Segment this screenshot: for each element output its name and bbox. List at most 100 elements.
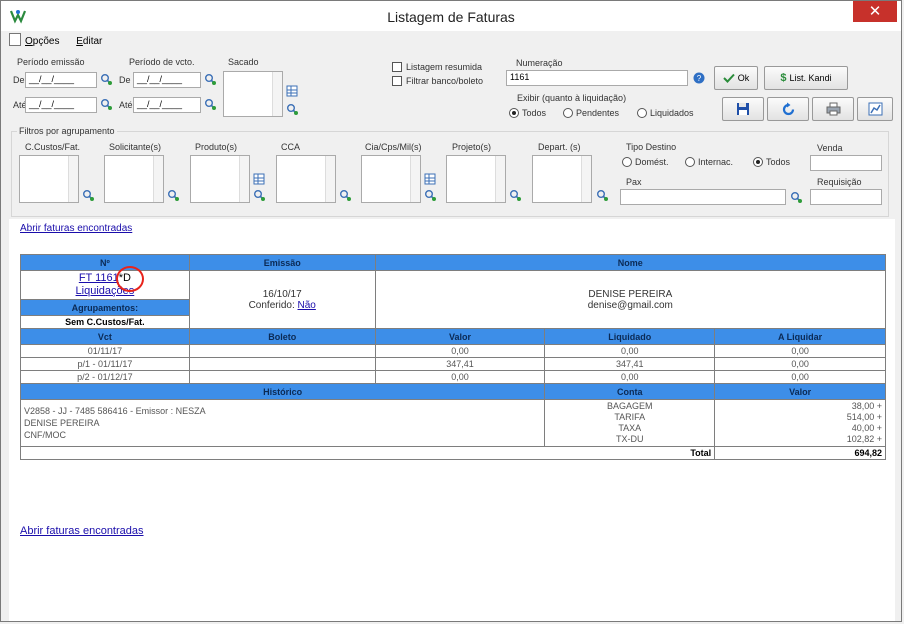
search-icon[interactable] — [100, 98, 112, 110]
search-icon[interactable] — [82, 189, 94, 201]
search-icon[interactable] — [596, 189, 608, 201]
exibir-liquidados-label: Liquidados — [650, 108, 694, 118]
destino-domestico-radio[interactable] — [622, 157, 632, 167]
depart-listbox[interactable] — [532, 155, 592, 203]
parcel-header-liquidado: Liquidado — [544, 328, 716, 345]
search-icon[interactable] — [509, 189, 521, 201]
search-icon[interactable] — [790, 191, 802, 203]
search-icon[interactable] — [204, 73, 216, 85]
emissao-de-input[interactable]: __/__/____ — [25, 72, 97, 88]
ok-button[interactable]: Ok — [714, 66, 758, 90]
emissao-date: 16/10/17 — [262, 288, 302, 300]
total-value: 694,82 — [714, 446, 886, 460]
requisicao-input[interactable] — [810, 189, 882, 205]
tipo-destino-label: Tipo Destino — [626, 142, 677, 152]
projetos-listbox[interactable] — [446, 155, 506, 203]
exibir-pendentes-radio[interactable] — [563, 108, 573, 118]
destino-internac-radio[interactable] — [685, 157, 695, 167]
periodo-emissao-label: Período emissão — [17, 57, 85, 67]
ate-label: Até — [119, 100, 133, 110]
ccustos-listbox[interactable] — [19, 155, 79, 203]
annotation-circle — [116, 266, 144, 292]
produtos-label: Produto(s) — [195, 142, 238, 152]
exibir-pendentes-label: Pendentes — [576, 108, 620, 118]
grid-icon[interactable] — [286, 85, 298, 97]
conferido-link[interactable]: Não — [298, 300, 316, 311]
header-numero: Nº — [20, 254, 190, 271]
menu-opcoes[interactable]: Opções — [9, 33, 59, 47]
hist-header-historico: Histórico — [19, 383, 546, 400]
client-name: DENISE PEREIRA — [588, 288, 673, 300]
cca-listbox[interactable] — [276, 155, 336, 203]
filter-panel: Período emissão De __/__/____ Até __/__/… — [9, 51, 895, 221]
numeracao-label: Numeração — [516, 58, 563, 68]
exibir-todos-radio[interactable] — [509, 108, 519, 118]
grid-icon[interactable] — [253, 173, 265, 185]
listagem-resumida-checkbox[interactable] — [392, 62, 402, 72]
search-icon[interactable] — [286, 103, 298, 115]
dollar-icon: $ — [780, 72, 787, 84]
filtrar-banco-checkbox[interactable] — [392, 76, 402, 86]
contas-cell: BAGAGEM TARIFA TAXA TX-DU — [544, 399, 716, 447]
vcto-de-input[interactable]: __/__/____ — [133, 72, 201, 88]
historico-row: V2858 - JJ - 7485 586416 - Emissor : NES… — [19, 399, 886, 447]
parcel-header-aliquidar: A Liquidar — [714, 328, 886, 345]
close-button[interactable]: ✕ — [853, 1, 897, 22]
historico-cell: V2858 - JJ - 7485 586416 - Emissor : NES… — [19, 399, 546, 447]
depart-label: Depart. (s) — [538, 142, 581, 152]
print-button[interactable] — [812, 97, 854, 121]
abrir-faturas-link-bottom[interactable]: Abrir faturas encontradas — [20, 525, 144, 537]
sacado-label: Sacado — [228, 57, 259, 67]
invoice-link[interactable]: FT 1161 — [79, 272, 119, 284]
header-emissao: Emissão — [188, 254, 376, 271]
exibir-liquidados-radio[interactable] — [637, 108, 647, 118]
client-email: denise@gmail.com — [587, 299, 673, 311]
search-icon[interactable] — [204, 98, 216, 110]
title-bar[interactable]: Listagem de Faturas ✕ — [1, 1, 901, 31]
report-button[interactable] — [857, 97, 893, 121]
venda-label: Venda — [817, 143, 843, 153]
hist-header-conta: Conta — [544, 383, 716, 400]
search-icon[interactable] — [424, 189, 436, 201]
help-icon[interactable]: ? — [693, 72, 705, 84]
cia-listbox[interactable] — [361, 155, 421, 203]
menu-editar[interactable]: Editar — [76, 36, 102, 47]
list-kandi-button[interactable]: $ List. Kandi — [764, 66, 848, 90]
nome-cell: DENISE PEREIRA denise@gmail.com — [374, 270, 887, 329]
search-icon[interactable] — [253, 189, 265, 201]
refresh-button[interactable] — [767, 97, 809, 121]
grid-icon[interactable] — [424, 173, 436, 185]
abrir-faturas-link-top[interactable]: Abrir faturas encontradas — [20, 223, 132, 234]
emissao-ate-input[interactable]: __/__/____ — [25, 97, 97, 113]
destino-domestico-label: Domést. — [635, 157, 669, 167]
projetos-label: Projeto(s) — [452, 142, 492, 152]
agrupamentos-value: Sem C.Custos/Fat. — [20, 315, 190, 329]
filtrar-banco-label: Filtrar banco/boleto — [406, 76, 484, 86]
destino-todos-radio[interactable] — [753, 157, 763, 167]
sacado-listbox[interactable] — [223, 71, 283, 117]
venda-input[interactable] — [810, 155, 882, 171]
exibir-todos-label: Todos — [522, 108, 547, 118]
valores-cell: 38,00 + 514,00 + 40,00 + 102,82 + — [714, 399, 886, 447]
vcto-ate-input[interactable]: __/__/____ — [133, 97, 201, 113]
document-icon — [9, 33, 21, 46]
agrupamentos-header: Agrupamentos: — [20, 299, 190, 316]
cca-label: CCA — [281, 142, 301, 152]
conferido-label: Conferido: — [248, 299, 295, 311]
parcel-header-vct: Vct — [20, 328, 190, 345]
floppy-icon — [737, 103, 749, 115]
numeracao-input[interactable]: 1161 — [506, 70, 688, 86]
search-icon[interactable] — [100, 73, 112, 85]
pax-input[interactable] — [620, 189, 786, 205]
destino-todos-label: Todos — [766, 157, 791, 167]
search-icon[interactable] — [339, 189, 351, 201]
requisicao-label: Requisição — [817, 177, 862, 187]
save-button[interactable] — [722, 97, 764, 121]
produtos-listbox[interactable] — [190, 155, 250, 203]
solicitantes-listbox[interactable] — [104, 155, 164, 203]
refresh-icon — [782, 102, 794, 115]
table-row: 01/11/17 0,00 0,00 0,00 — [20, 344, 886, 358]
ccustos-label: C.Custos/Fat. — [25, 142, 81, 152]
search-icon[interactable] — [167, 189, 179, 201]
printer-icon — [826, 102, 840, 116]
